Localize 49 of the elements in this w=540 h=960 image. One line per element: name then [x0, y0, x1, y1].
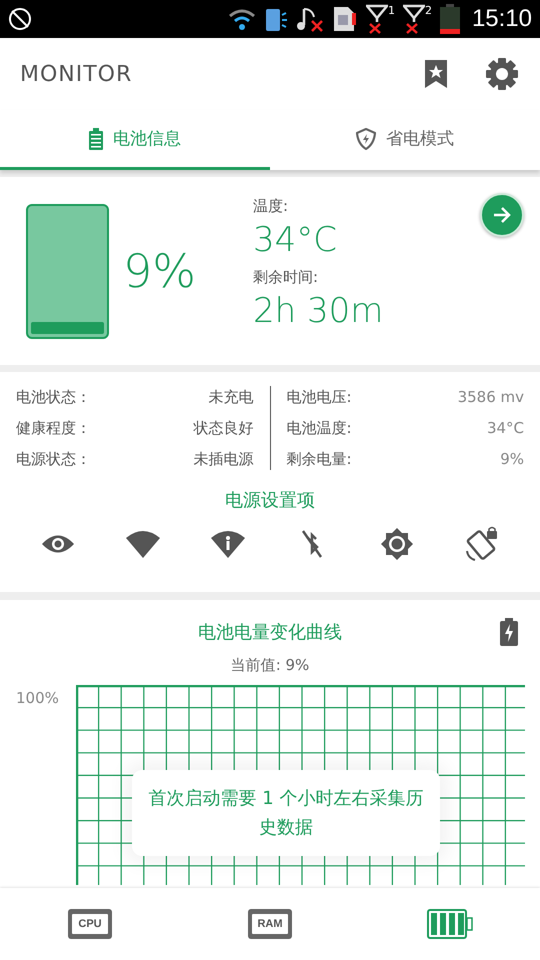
- info-value: 34°C: [486, 418, 524, 439]
- toast-message: 首次启动需要 1 个小时左右采集历史数据: [132, 770, 440, 856]
- temperature-value: 34°C: [253, 220, 338, 260]
- arrow-right-icon: [492, 205, 512, 225]
- tab[interactable]: 省电模式: [270, 110, 540, 170]
- info-label: 电池状态：: [16, 387, 91, 408]
- info-value: 状态良好: [194, 418, 254, 439]
- current-value: 当前值: 9%: [230, 656, 310, 675]
- remaining-time-value: 2h 30m: [253, 291, 384, 331]
- sync-off-icon: [8, 7, 32, 31]
- info-value: 9%: [500, 449, 524, 470]
- bluetooth-off-icon: [300, 528, 324, 560]
- section-title: 电源设置项: [225, 489, 315, 512]
- rotation-lock-icon: [464, 526, 500, 562]
- eye-icon: [41, 533, 76, 555]
- arrow-button[interactable]: [480, 193, 524, 237]
- tab[interactable]: 电池信息: [0, 110, 270, 170]
- info-value: 未插电源: [194, 449, 254, 470]
- info-label: 电池电压:: [286, 387, 352, 408]
- chart-title: 电池电量变化曲线: [198, 621, 342, 644]
- info-value: 未充电: [208, 387, 254, 408]
- battery-icon: [89, 128, 103, 150]
- signal-off-icon: [402, 4, 425, 34]
- info-label: 剩余电量:: [286, 449, 352, 470]
- sim-slot-number: 2: [424, 4, 432, 17]
- axis-label: 100%: [15, 688, 60, 709]
- chip-nav-item[interactable]: CPU: [0, 888, 180, 960]
- settings-icon[interactable]: [484, 56, 520, 92]
- battery-charging-icon[interactable]: [500, 618, 518, 646]
- battery-percent: 9%: [123, 244, 197, 298]
- temperature-label: 温度:: [253, 197, 290, 216]
- chip-nav-item[interactable]: RAM: [180, 888, 360, 960]
- sim-slot-number: 1: [388, 4, 395, 17]
- clock: 15:10: [472, 5, 532, 33]
- info-value: 3586 mv: [458, 387, 524, 408]
- shield-icon: [356, 128, 376, 150]
- wifi-info-icon: [210, 530, 246, 558]
- info-label: 电源状态：: [16, 449, 91, 470]
- wifi-icon: [124, 530, 161, 558]
- brightness-icon: [380, 527, 414, 561]
- remaining-time-label: 剩余时间:: [253, 268, 320, 287]
- battery-low-icon: [440, 4, 460, 34]
- wifi-icon: [228, 7, 256, 31]
- music-muted-icon: [296, 5, 324, 33]
- info-label: 电池温度:: [286, 418, 352, 439]
- signal-off-icon: [366, 4, 388, 34]
- sim-card-icon: [332, 5, 358, 33]
- info-label: 健康程度：: [16, 418, 91, 439]
- app-title: MONITOR: [20, 62, 134, 86]
